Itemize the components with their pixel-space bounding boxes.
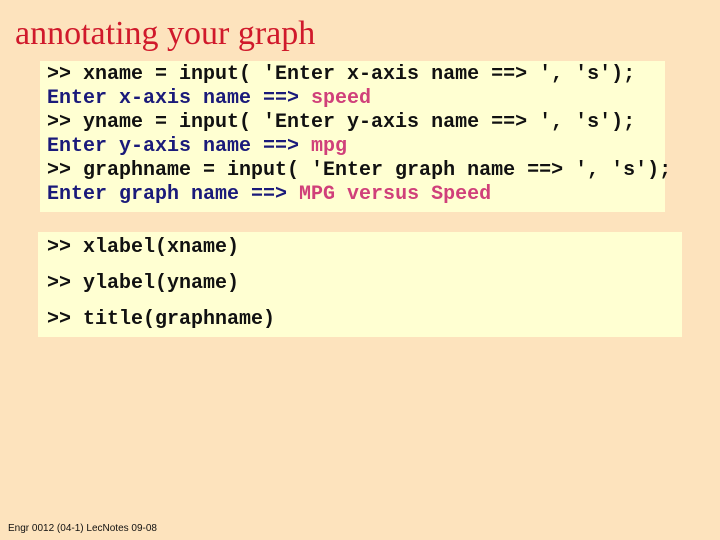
code-line: >> yname = input( 'Enter y-axis name ==>… [47,111,636,134]
code-line: Enter y-axis name ==> mpg [47,135,347,159]
slide-footer: Engr 0012 (04-1) LecNotes 09-08 [8,523,157,534]
code-line: >> xlabel(xname) [47,236,240,259]
output-text: Enter graph name ==> [47,183,300,206]
output-text: Enter x-axis name ==> [47,87,312,110]
user-response: mpg [311,135,348,158]
code-line: >> title(graphname) [47,308,276,331]
user-response: speed [311,87,372,110]
code-block-input: >> xname = input( 'Enter x-axis name ==>… [40,61,671,212]
code-line: >> xname = input( 'Enter x-axis name ==>… [47,63,636,86]
code-line: Enter x-axis name ==> speed [47,87,371,111]
output-text: Enter y-axis name ==> [47,135,312,158]
code-block-labels: >> xlabel(xname) >> ylabel(yname) >> tit… [38,232,682,337]
code-line: >> ylabel(yname) [47,272,240,295]
slide-title: annotating your graph [15,15,316,52]
user-response: MPG versus Speed [299,183,492,206]
code-line: >> graphname = input( 'Enter graph name … [47,159,672,182]
code-line: Enter graph name ==> MPG versus Speed [47,183,491,207]
